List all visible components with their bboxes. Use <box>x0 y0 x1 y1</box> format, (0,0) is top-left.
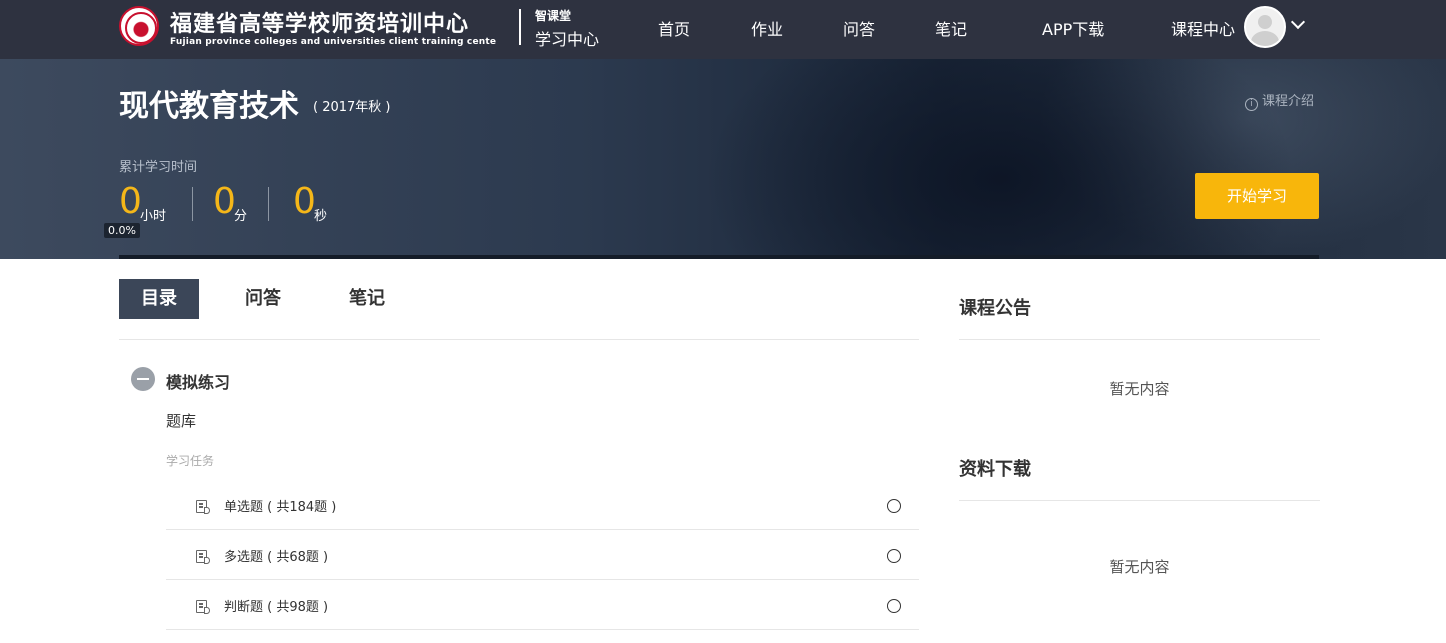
nav-item-app-download[interactable]: APP下载 <box>1042 16 1104 40</box>
tabs-divider <box>119 339 919 340</box>
top-nav: 福建省高等学校师资培训中心 Fujian province colleges a… <box>0 0 1446 59</box>
course-term: ( 2017年秋 ) <box>313 100 391 115</box>
nav-item-homework[interactable]: 作业 <box>751 16 783 40</box>
task-name: 判断题 ( 共98题 ) <box>224 600 329 615</box>
exercise-doc-icon <box>196 500 210 514</box>
announcement-empty-text: 暂无内容 <box>1109 380 1170 398</box>
progress-tooltip: 0.0% <box>104 223 140 238</box>
study-minutes: 0 <box>213 181 236 222</box>
tab-notes[interactable]: 笔记 <box>327 279 407 319</box>
task-group-label: 学习任务 <box>166 454 215 468</box>
task-row[interactable]: 单选题 ( 共184题 ) <box>166 480 919 530</box>
download-divider <box>959 500 1320 501</box>
announcement-divider <box>959 339 1320 340</box>
chevron-down-icon[interactable] <box>1290 14 1306 30</box>
time-divider <box>268 187 269 221</box>
course-intro-label: 课程介绍 <box>1262 94 1315 109</box>
exercise-doc-icon <box>196 600 210 614</box>
course-title: 现代教育技术 <box>119 89 299 124</box>
section-title: 题库 <box>166 412 197 430</box>
nav-item-home[interactable]: 首页 <box>658 16 690 40</box>
user-avatar[interactable] <box>1244 6 1286 48</box>
logo-subtitle: Fujian province colleges and universitie… <box>170 37 497 47</box>
tab-catalog[interactable]: 目录 <box>119 279 199 319</box>
study-minutes-unit: 分 <box>234 209 248 224</box>
nav-item-course-center[interactable]: 课程中心 <box>1171 16 1235 40</box>
study-hours: 0 <box>119 181 142 222</box>
task-row[interactable]: 判断题 ( 共98题 ) <box>166 580 919 630</box>
progress-bar <box>119 255 1319 259</box>
download-empty-text: 暂无内容 <box>1109 558 1170 576</box>
logo-divider <box>519 9 521 45</box>
brand-small: 智课堂 <box>535 9 572 23</box>
task-status-circle-icon <box>887 549 901 563</box>
start-learning-button[interactable]: 开始学习 <box>1195 173 1319 219</box>
task-status-circle-icon <box>887 499 901 513</box>
announcement-title: 课程公告 <box>959 298 1031 319</box>
study-time-label: 累计学习时间 <box>119 160 198 175</box>
course-intro-link[interactable]: i 课程介绍 <box>1245 90 1314 111</box>
exercise-doc-icon <box>196 550 210 564</box>
collapse-chapter-icon[interactable] <box>131 367 155 391</box>
brand-name[interactable]: 学习中心 <box>535 26 599 50</box>
nav-item-notes[interactable]: 笔记 <box>935 16 967 40</box>
task-row[interactable]: 多选题 ( 共68题 ) <box>166 530 919 580</box>
tab-qa[interactable]: 问答 <box>223 279 303 319</box>
download-title: 资料下载 <box>959 459 1031 480</box>
task-name: 多选题 ( 共68题 ) <box>224 550 329 565</box>
nav-item-qa[interactable]: 问答 <box>843 16 875 40</box>
logo-seal-icon[interactable] <box>119 6 159 46</box>
info-icon: i <box>1245 98 1258 111</box>
chapter-title[interactable]: 模拟练习 <box>166 369 230 393</box>
course-banner: 现代教育技术 ( 2017年秋 ) i 课程介绍 累计学习时间 0 小时 0 分 … <box>0 59 1446 259</box>
task-name: 单选题 ( 共184题 ) <box>224 500 337 515</box>
time-divider <box>192 187 193 221</box>
study-hours-unit: 小时 <box>140 209 167 224</box>
logo-title[interactable]: 福建省高等学校师资培训中心 <box>170 6 469 38</box>
study-seconds-unit: 秒 <box>314 209 328 224</box>
study-seconds: 0 <box>293 181 316 222</box>
task-status-circle-icon <box>887 599 901 613</box>
